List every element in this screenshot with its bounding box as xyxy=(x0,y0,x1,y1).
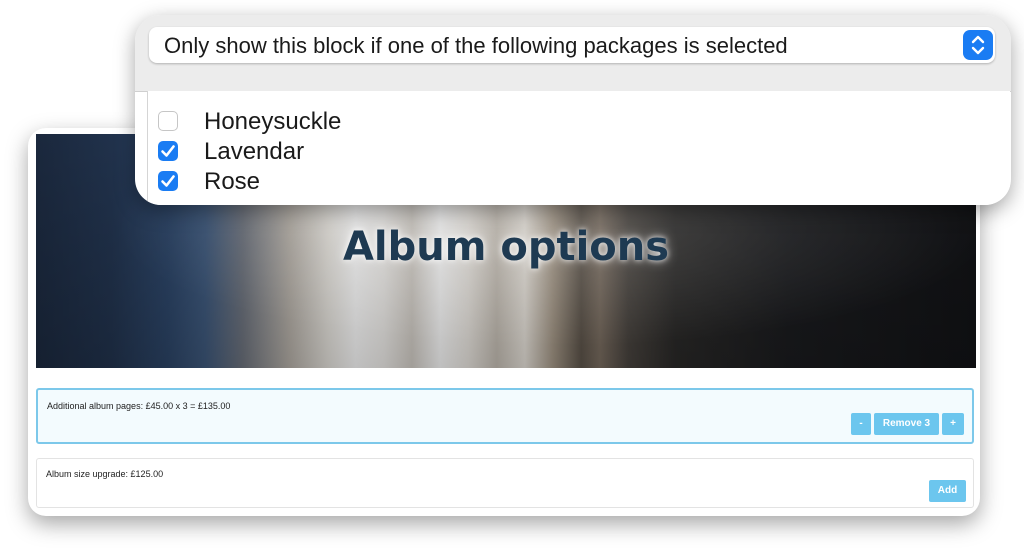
checkmark-icon xyxy=(161,175,175,187)
add-button[interactable]: Add xyxy=(929,480,966,502)
increment-button[interactable]: + xyxy=(942,413,964,435)
decrement-button[interactable]: - xyxy=(851,413,871,435)
visibility-condition-select[interactable]: Only show this block if one of the follo… xyxy=(149,27,995,63)
condition-panel: Only show this block if one of the follo… xyxy=(135,15,1011,205)
option-additional-pages: Additional album pages: £45.00 x 3 = £13… xyxy=(36,388,974,444)
checkmark-icon xyxy=(161,145,175,157)
checkbox-checked[interactable] xyxy=(158,141,178,161)
up-down-chevron-icon[interactable] xyxy=(963,30,993,60)
package-label: Honeysuckle xyxy=(204,108,342,135)
package-label: Lavendar xyxy=(204,138,305,165)
option-size-upgrade: Album size upgrade: £125.00 Add xyxy=(36,458,974,508)
option-label: Additional album pages: £45.00 x 3 = £13… xyxy=(47,401,231,411)
package-checklist: Honeysuckle Lavendar Rose xyxy=(147,91,1010,205)
select-value: Only show this block if one of the follo… xyxy=(164,33,788,58)
remove-button[interactable]: Remove 3 xyxy=(874,413,939,435)
package-label: Rose xyxy=(204,168,261,195)
checkbox-unchecked[interactable] xyxy=(158,111,178,131)
condition-header: Only show this block if one of the follo… xyxy=(135,15,1011,92)
option-label: Album size upgrade: £125.00 xyxy=(46,469,164,479)
page-title: Album options xyxy=(342,224,670,270)
checkbox-checked[interactable] xyxy=(158,171,178,191)
